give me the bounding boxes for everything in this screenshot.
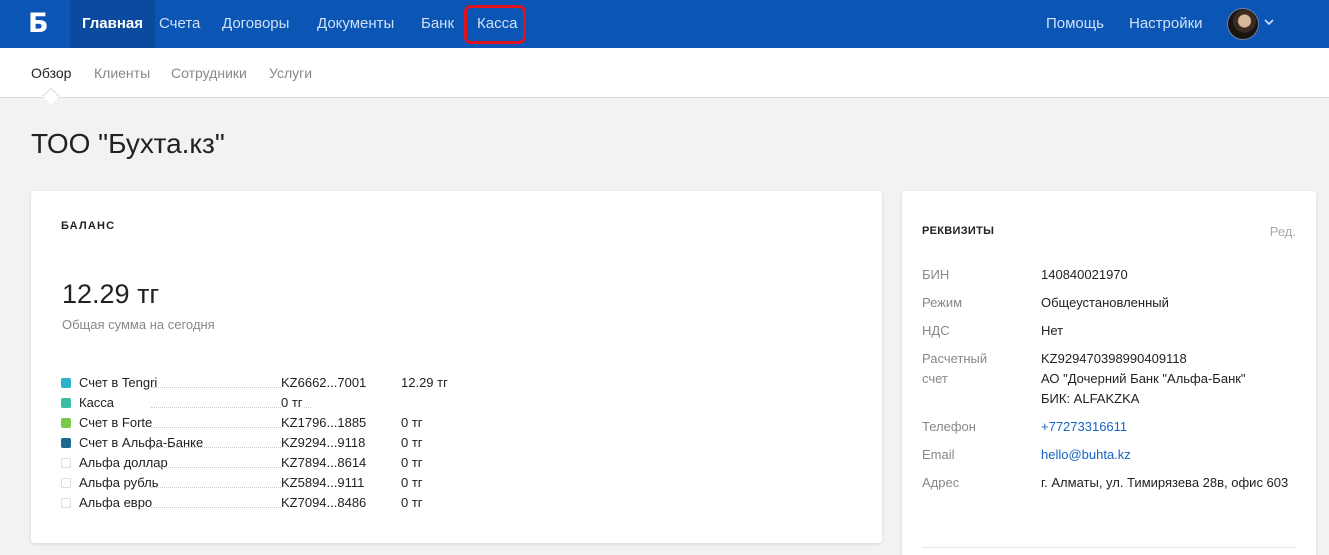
account-number: KZ1796...1885 <box>281 415 367 430</box>
nav-item-contracts[interactable]: Договоры <box>210 0 301 48</box>
account-balance: 0 тг <box>401 495 423 510</box>
tab-clients[interactable]: Клиенты <box>94 65 150 81</box>
account-color-marker <box>61 418 71 428</box>
requisite-key: БИН <box>922 267 950 282</box>
account-color-marker <box>61 398 71 408</box>
logo[interactable]: Б <box>28 10 49 38</box>
tab-overview[interactable]: Обзор <box>31 65 71 81</box>
account-number: KZ7094...8486 <box>281 495 367 510</box>
nav-item-help[interactable]: Помощь <box>1034 0 1116 48</box>
account-color-marker <box>61 438 71 448</box>
requisite-value: АО "Дочерний Банк "Альфа-Банк" <box>1041 371 1246 386</box>
account-balance: 0 тг <box>401 435 423 450</box>
edit-link[interactable]: Ред. <box>1270 224 1296 239</box>
account-balance: 0 тг <box>401 455 423 470</box>
active-tab-caret <box>42 87 60 105</box>
account-number: 0 тг <box>281 395 303 410</box>
account-name: Счет в Forte <box>79 415 153 430</box>
nav-item-accounts[interactable]: Счета <box>147 0 212 48</box>
account-name: Альфа евро <box>79 495 153 510</box>
account-row[interactable]: Альфа доллар KZ7894...8614 0 тг <box>61 453 481 473</box>
balance-amount: 12.29 тг <box>62 279 160 309</box>
account-color-marker <box>61 478 71 488</box>
divider <box>922 547 1296 548</box>
user-avatar[interactable] <box>1227 8 1259 40</box>
requisite-value: г. Алматы, ул. Тимирязева 28в, офис 603 <box>1041 475 1289 490</box>
account-row[interactable]: Касса 0 тг <box>61 393 481 413</box>
nav-item-documents[interactable]: Документы <box>305 0 406 48</box>
requisites-card: РЕКВИЗИТЫ Ред. БИН 140840021970 Режим Об… <box>902 191 1316 555</box>
account-number: KZ9294...9118 <box>281 435 366 450</box>
nav-item-bank[interactable]: Банк <box>409 0 466 48</box>
requisite-value: БИК: ALFAKZKA <box>1041 391 1140 406</box>
account-color-marker <box>61 378 71 388</box>
account-balance: 0 тг <box>401 475 423 490</box>
account-balance: 0 тг <box>401 415 423 430</box>
requisites-label: РЕКВИЗИТЫ <box>922 225 995 237</box>
requisite-value: 140840021970 <box>1041 267 1128 282</box>
email-link[interactable]: hello@buhta.kz <box>1041 445 1301 465</box>
account-balance: 12.29 тг <box>401 375 448 390</box>
requisite-key: Телефон <box>922 419 976 434</box>
tab-employees[interactable]: Сотрудники <box>171 65 247 81</box>
account-row[interactable]: Счет в Forte KZ1796...1885 0 тг <box>61 413 481 433</box>
requisite-key: Адрес <box>922 475 960 490</box>
phone-link[interactable]: +77273316611 <box>1041 417 1301 437</box>
requisite-key: Расчетный счет <box>922 351 988 386</box>
balance-label: БАЛАНС <box>61 220 116 232</box>
account-row[interactable]: Счет в Альфа-Банке KZ9294...9118 0 тг <box>61 433 481 453</box>
account-row[interactable]: Счет в Tengri KZ6662...7001 12.29 тг <box>61 373 481 393</box>
requisite-value: Нет <box>1041 323 1064 338</box>
account-number: KZ6662...7001 <box>281 375 367 390</box>
top-navigation: Б Главная Счета Договоры Документы Банк … <box>0 0 1329 48</box>
account-name: Альфа рубль <box>79 475 159 490</box>
tab-services[interactable]: Услуги <box>269 65 312 81</box>
balance-card: БАЛАНС 12.29 тг Общая сумма на сегодня С… <box>31 191 882 543</box>
account-color-marker <box>61 498 71 508</box>
nav-item-settings[interactable]: Настройки <box>1117 0 1215 48</box>
account-color-marker <box>61 458 71 468</box>
account-number: KZ5894...9111 <box>281 475 365 490</box>
cash-highlight-box <box>464 5 526 44</box>
account-row[interactable]: Альфа евро KZ7094...8486 0 тг <box>61 493 481 513</box>
account-row[interactable]: Альфа рубль KZ5894...9111 0 тг <box>61 473 481 493</box>
requisite-key: Email <box>922 447 955 462</box>
requisite-value: KZ929470398990409118 <box>1041 351 1187 366</box>
requisite-value: Общеустановленный <box>1041 295 1169 310</box>
nav-item-main[interactable]: Главная <box>70 0 156 48</box>
account-name: Касса <box>79 395 115 410</box>
sub-navigation: Обзор Клиенты Сотрудники Услуги <box>0 48 1329 105</box>
account-number: KZ7894...8614 <box>281 455 367 470</box>
chevron-down-icon[interactable] <box>1264 17 1274 27</box>
balance-caption: Общая сумма на сегодня <box>62 317 215 332</box>
page-title: ТОО "Бухта.кз" <box>31 128 225 159</box>
account-name: Счет в Tengri <box>79 375 158 390</box>
requisite-key: НДС <box>922 323 950 338</box>
requisite-key: Режим <box>922 295 963 310</box>
